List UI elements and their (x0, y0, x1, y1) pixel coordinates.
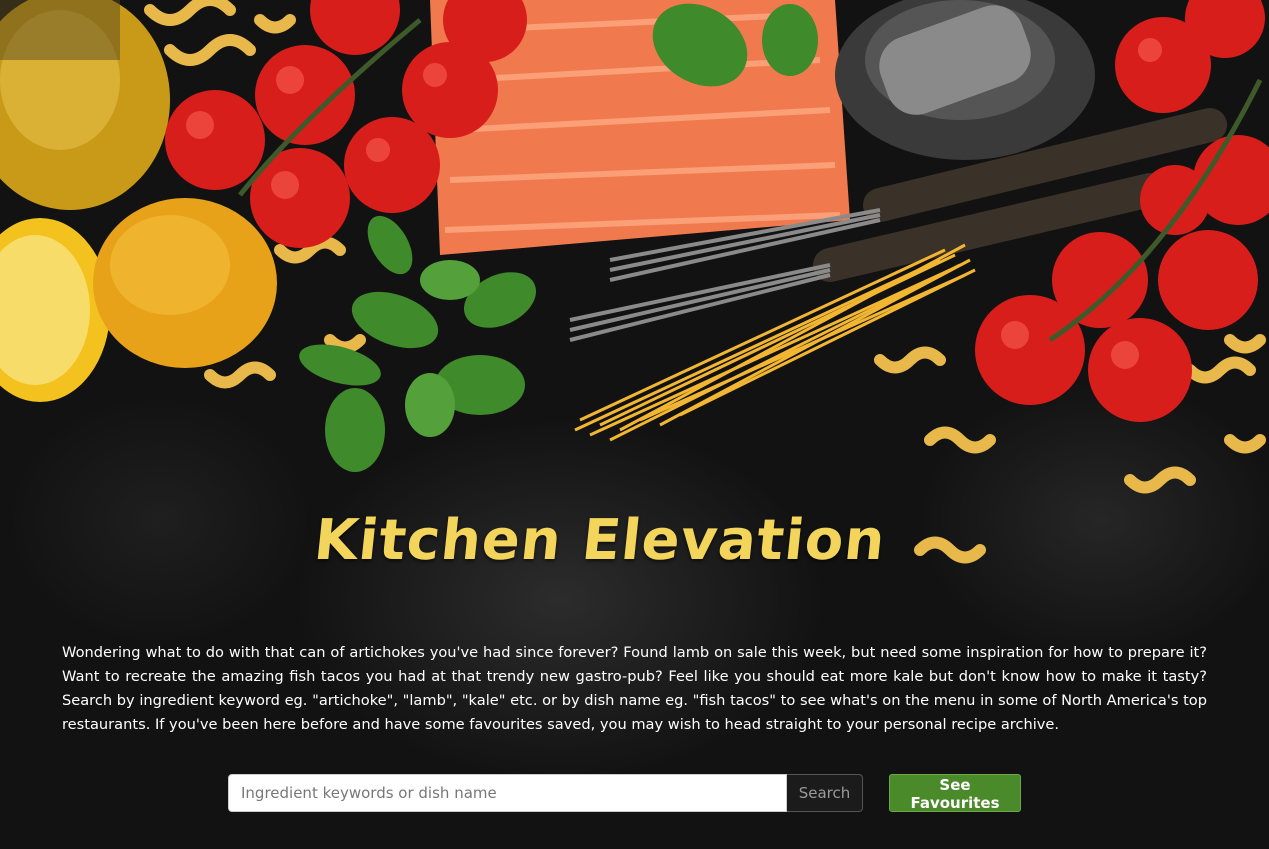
mortar-image (835, 0, 1095, 160)
oil-bottle-image (0, 0, 170, 210)
search-button[interactable]: Search (787, 774, 863, 812)
search-form: Search (228, 774, 863, 812)
search-input[interactable] (228, 774, 787, 812)
see-favourites-button[interactable]: See Favourites (889, 774, 1021, 812)
intro-text: Wondering what to do with that can of ar… (62, 644, 1207, 733)
page-title: Kitchen Elevation (311, 508, 889, 573)
